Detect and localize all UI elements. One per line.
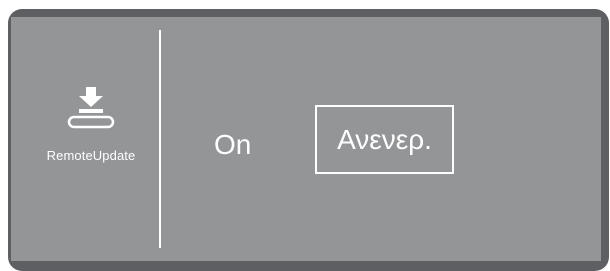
option-off-label: Ανενερ.	[337, 123, 432, 155]
option-off-button[interactable]: Ανενερ.	[315, 105, 454, 174]
download-icon	[67, 87, 115, 129]
option-on-button[interactable]: On	[214, 131, 251, 159]
remote-update-label: RemoteUpdate	[46, 148, 136, 163]
side-panel: RemoteUpdate	[11, 17, 159, 261]
panel-divider	[159, 30, 161, 248]
display-screen: RemoteUpdate On Ανενερ.	[11, 17, 601, 261]
